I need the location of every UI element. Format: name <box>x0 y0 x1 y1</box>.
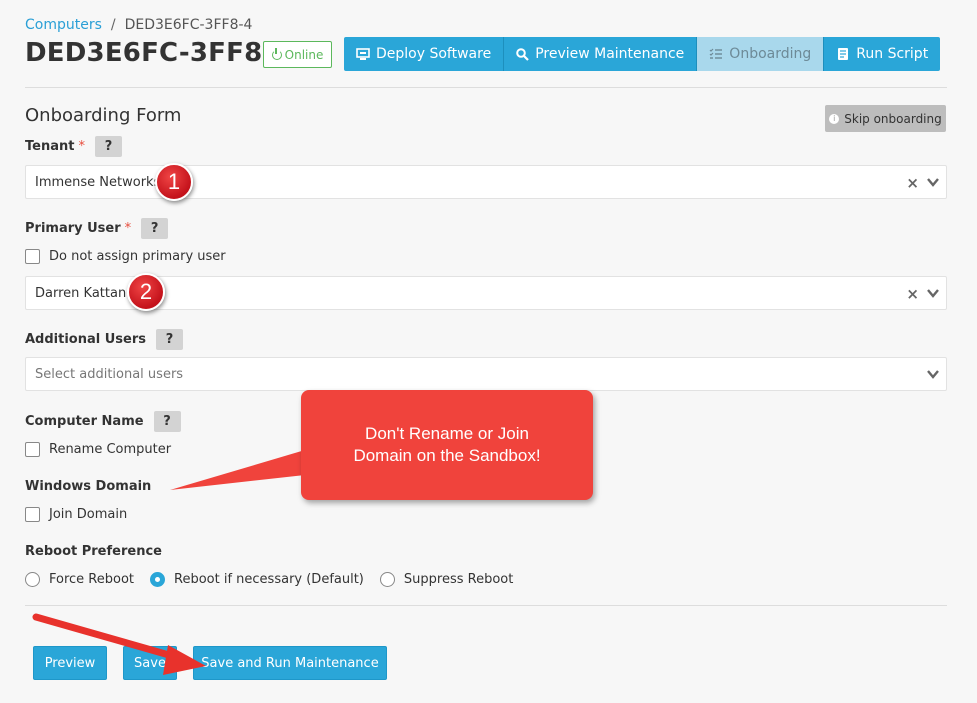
breadcrumb-computers-link[interactable]: Computers <box>25 17 102 33</box>
save-and-run-maintenance-button[interactable]: Save and Run Maintenance <box>193 646 387 680</box>
primary-user-label-row: Primary User * ? <box>25 218 169 239</box>
preview-maintenance-label: Preview Maintenance <box>535 46 685 62</box>
status-badge: Online <box>263 41 332 68</box>
computer-name-label-row: Computer Name ? <box>25 411 181 432</box>
required-marker: * <box>124 221 132 236</box>
action-toolbar: Deploy Software Preview Maintenance Onbo… <box>344 37 941 71</box>
run-script-label: Run Script <box>856 46 929 62</box>
checkbox-box[interactable] <box>25 507 40 522</box>
tenant-clear-icon[interactable]: × <box>906 174 919 192</box>
additional-users-label: Additional Users <box>25 332 146 347</box>
page-title: DED3E6FC-3FF8-4 <box>25 38 292 68</box>
deploy-icon <box>356 48 370 60</box>
windows-domain-label: Windows Domain <box>25 479 152 494</box>
tenant-label: Tenant <box>25 139 75 154</box>
info-icon: i <box>829 113 840 124</box>
tenant-label-row: Tenant * ? <box>25 136 122 157</box>
power-icon <box>271 47 282 60</box>
preview-button[interactable]: Preview <box>33 646 107 680</box>
additional-users-placeholder: Select additional users <box>35 366 184 382</box>
search-icon <box>516 47 529 61</box>
tenant-help-button[interactable]: ? <box>94 136 122 157</box>
checklist-icon <box>709 48 723 59</box>
radio-circle[interactable] <box>25 572 40 587</box>
primary-user-help-button[interactable]: ? <box>141 218 169 239</box>
breadcrumb-current: DED3E6FC-3FF8-4 <box>124 17 253 33</box>
annotation-badge-2: 2 <box>127 273 165 311</box>
deploy-software-button[interactable]: Deploy Software <box>344 37 505 71</box>
tenant-value: Immense Networks <box>35 174 161 190</box>
status-label: Online <box>284 47 324 62</box>
onboarding-label: Onboarding <box>729 46 812 62</box>
warning-callout: Don't Rename or Join Domain on the Sandb… <box>301 390 593 500</box>
deploy-software-label: Deploy Software <box>376 46 492 62</box>
footer-divider <box>25 605 947 606</box>
radio-reboot-if-necessary-label: Reboot if necessary (Default) <box>174 572 364 587</box>
additional-users-select[interactable]: Select additional users <box>25 357 947 391</box>
join-domain-checkbox[interactable]: Join Domain <box>25 507 127 522</box>
primary-user-clear-icon[interactable]: × <box>906 285 919 303</box>
save-button[interactable]: Save <box>123 646 177 680</box>
annotation-badge-1: 1 <box>155 163 193 201</box>
radio-circle-selected[interactable] <box>150 572 166 587</box>
skip-onboarding-label: Skip onboarding <box>844 111 942 126</box>
callout-line-1: Don't Rename or Join <box>365 424 529 443</box>
join-domain-label: Join Domain <box>49 507 128 522</box>
run-script-button[interactable]: Run Script <box>824 37 941 71</box>
additional-users-label-row: Additional Users ? <box>25 329 183 350</box>
script-icon <box>838 48 849 60</box>
chevron-down-icon[interactable] <box>926 367 940 381</box>
radio-force-reboot[interactable]: Force Reboot <box>25 572 134 587</box>
preview-maintenance-button[interactable]: Preview Maintenance <box>504 37 698 71</box>
radio-suppress-reboot[interactable]: Suppress Reboot <box>379 572 514 587</box>
callout-pointer <box>170 450 305 490</box>
skip-onboarding-button[interactable]: i Skip onboarding <box>825 105 946 132</box>
checkbox-box[interactable] <box>25 442 40 457</box>
callout-line-2: Domain on the Sandbox! <box>353 446 541 465</box>
rename-computer-checkbox[interactable]: Rename Computer <box>25 442 171 457</box>
radio-suppress-reboot-label: Suppress Reboot <box>403 572 514 587</box>
chevron-down-icon[interactable] <box>926 286 940 300</box>
form-title: Onboarding Form <box>25 105 182 126</box>
reboot-radio-group: Force Reboot Reboot if necessary (Defaul… <box>25 572 513 587</box>
radio-reboot-if-necessary[interactable]: Reboot if necessary (Default) <box>150 572 364 587</box>
header-divider <box>25 87 947 88</box>
additional-users-help-button[interactable]: ? <box>156 329 183 350</box>
windows-domain-label-row: Windows Domain <box>25 479 151 494</box>
breadcrumb: Computers / DED3E6FC-3FF8-4 <box>25 17 252 33</box>
radio-circle[interactable] <box>379 572 395 587</box>
reboot-label-row: Reboot Preference <box>25 544 162 559</box>
checkbox-box[interactable] <box>25 249 40 264</box>
computer-name-label: Computer Name <box>25 414 144 429</box>
chevron-down-icon[interactable] <box>926 175 940 189</box>
breadcrumb-separator: / <box>110 17 116 33</box>
primary-user-label: Primary User <box>25 221 121 236</box>
radio-force-reboot-label: Force Reboot <box>49 572 135 587</box>
no-primary-user-checkbox[interactable]: Do not assign primary user <box>25 249 226 264</box>
computer-name-help-button[interactable]: ? <box>153 411 181 432</box>
required-marker: * <box>78 139 85 154</box>
rename-computer-label: Rename Computer <box>49 442 172 457</box>
primary-user-value: Darren Kattan <box>35 285 127 301</box>
no-primary-user-label: Do not assign primary user <box>49 249 226 264</box>
onboarding-tab[interactable]: Onboarding <box>697 37 825 71</box>
reboot-label: Reboot Preference <box>25 544 162 559</box>
